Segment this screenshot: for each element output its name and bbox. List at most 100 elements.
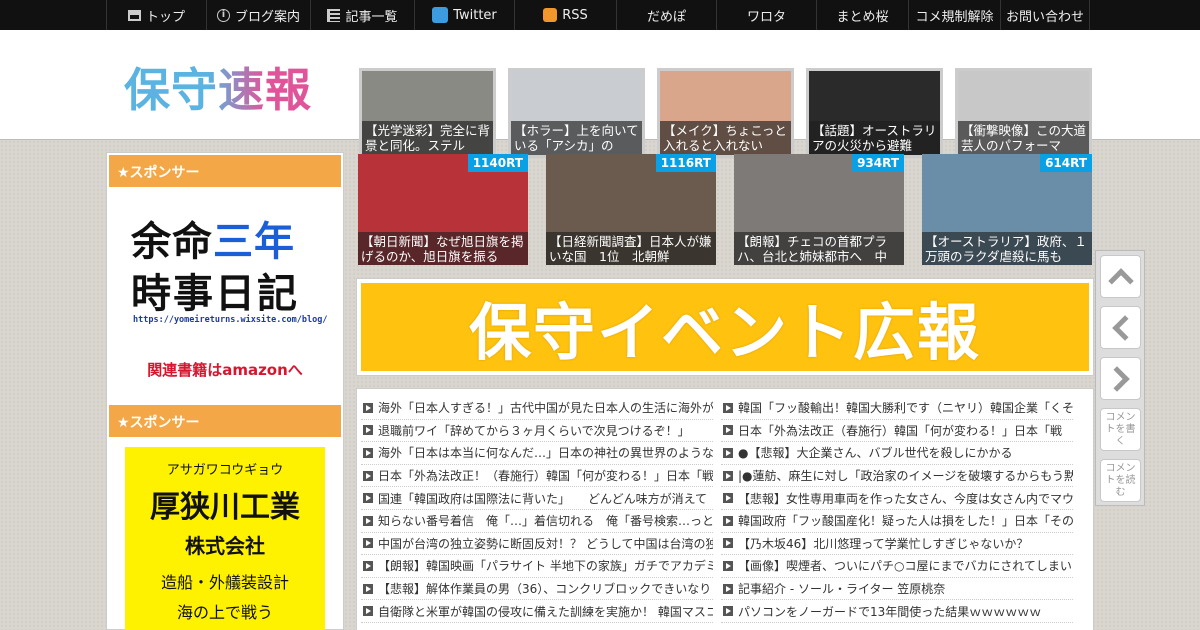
- article-link[interactable]: 記事紹介 - ソール・ライター 笠原桃奈: [721, 578, 1073, 601]
- sponsor-heading-2: ★スポンサー: [109, 405, 341, 437]
- nav-item-5[interactable]: だめぽ: [616, 0, 716, 30]
- chevron-left-icon: [1111, 314, 1138, 341]
- article-link-list: 海外「日本人すぎる！」古代中国が見た日本人の生活に海外が退職前ワイ「辞めてから３…: [356, 388, 1094, 630]
- article-link[interactable]: 韓国「フッ酸輸出！韓国大勝利です（ニヤリ）韓国企業「くそ: [721, 397, 1073, 420]
- featured-thumb[interactable]: 【衝撃映像】この大道芸人のパフォーマ: [955, 68, 1092, 158]
- rt-card-caption: 【オーストラリア】政府、１万頭のラクダ虐殺に馬も: [922, 232, 1092, 265]
- article-link[interactable]: 【悲報】女性専用車両を作った女さん、今度は女さん内でマウ: [721, 487, 1073, 510]
- info-icon: i: [216, 8, 230, 22]
- top-nav: トップ i ブログ案内 記事一覧 Twitter RSS だめぽ ワロタ まとめ桜 コメ規制解除お…: [0, 0, 1200, 30]
- nav-label: ワロタ: [746, 9, 786, 25]
- ad1-amazon-link[interactable]: 関連書籍はamazonへ: [107, 359, 343, 380]
- list-icon: [327, 8, 341, 22]
- arrow-right-icon: [723, 515, 733, 526]
- article-link[interactable]: 韓国政府「フッ酸国産化！疑った人は損をした！」日本「その: [721, 510, 1073, 533]
- featured-thumb-caption: 【光学迷彩】完全に背景と同化。ステル: [362, 121, 493, 155]
- site-header: 保守速報 【光学迷彩】完全に背景と同化。ステル 【ホラー】上を向いている「アシカ」…: [0, 30, 1200, 158]
- ad2-kana: アサガワコウギョウ: [166, 463, 284, 478]
- article-link-text: 【乃木坂46】北川悠理って学業忙しすぎじゃないか？: [738, 536, 1029, 551]
- rt-count-badge: 1140RT: [467, 154, 528, 172]
- ad1-title-blue: 三年: [213, 219, 295, 265]
- rt-card-caption: 【朗報】チェコの首都プラハ、台北と姉妹都市へ 中: [734, 232, 904, 265]
- rt-card[interactable]: 1140RT 【朝日新聞】なぜ旭日旗を掲げるのか、旭日旗を振る: [358, 154, 528, 265]
- rt-card-caption: 【朝日新聞】なぜ旭日旗を掲げるのか、旭日旗を振る: [358, 232, 528, 265]
- article-link[interactable]: |●蓮舫、麻生に対し「政治家のイメージを破壊するからもう黙: [721, 465, 1073, 488]
- article-link[interactable]: 【乃木坂46】北川悠理って学業忙しすぎじゃないか？: [721, 533, 1073, 556]
- ad1-title-black: 余命: [131, 219, 213, 265]
- next-button[interactable]: [1100, 357, 1141, 400]
- rss-icon: [543, 8, 558, 22]
- article-link[interactable]: 日本「外為法改正（春施行）韓国「何が変わる！」日本「戦: [721, 420, 1073, 443]
- featured-thumb[interactable]: 【ホラー】上を向いている「アシカ」の: [508, 68, 645, 158]
- featured-thumb[interactable]: 【話題】オーストラリアの火災から避難: [806, 68, 943, 158]
- article-link[interactable]: 海外「日本人すぎる！」古代中国が見た日本人の生活に海外が: [361, 397, 713, 420]
- rt-card[interactable]: 934RT 【朗報】チェコの首都プラハ、台北と姉妹都市へ 中: [734, 154, 904, 265]
- nav-item-8[interactable]: コメ規制解除: [908, 0, 1000, 30]
- link-column-right: 韓国「フッ酸輸出！韓国大勝利です（ニヤリ）韓国企業「くそ日本「外為法改正（春施行…: [721, 397, 1073, 630]
- ad2-name: 厚狭川工業: [150, 490, 300, 525]
- nav-item-9[interactable]: お問い合わせ: [1000, 0, 1090, 30]
- nav-item-1[interactable]: i ブログ案内: [206, 0, 310, 30]
- ad-yomei-sannen[interactable]: 余命三年 時事日記 https://yomeireturns.wixsite.c…: [107, 189, 343, 399]
- rt-card[interactable]: 1116RT 【日経新聞調査】日本人が嫌いな国 1位 北朝鮮: [546, 154, 716, 265]
- chevron-up-icon: [1107, 267, 1134, 294]
- article-link-text: |●蓮舫、麻生に対し「政治家のイメージを破壊するからもう黙: [738, 469, 1073, 484]
- article-link[interactable]: 海外「日本は本当に何なんだ…」日本の神社の異世界のような: [361, 442, 713, 465]
- featured-thumb-caption: 【話題】オーストラリアの火災から避難: [809, 121, 940, 155]
- article-link[interactable]: 【悲報】解体作業員の男（36）、コンクリブロックできいなり: [361, 578, 713, 601]
- featured-thumb[interactable]: 【光学迷彩】完全に背景と同化。ステル: [359, 68, 496, 158]
- nav-item-3[interactable]: Twitter: [414, 0, 514, 30]
- nav-label: だめぽ: [646, 9, 686, 25]
- arrow-right-icon: [363, 538, 373, 549]
- arrow-right-icon: [723, 447, 733, 458]
- link-column-left: 海外「日本人すぎる！」古代中国が見た日本人の生活に海外が退職前ワイ「辞めてから３…: [361, 397, 713, 630]
- comment-write-button[interactable]: コメントを書く: [1100, 408, 1141, 451]
- rt-count-badge: 1116RT: [655, 154, 716, 172]
- article-link-text: 記事紹介 - ソール・ライター 笠原桃奈: [738, 582, 946, 597]
- comment-read-button[interactable]: コメントを読む: [1100, 459, 1141, 502]
- ad-asagawa-kogyo[interactable]: アサガワコウギョウ 厚狭川工業 株式会社 造船・外艤装設計 海の上で戦う: [125, 447, 325, 630]
- event-banner[interactable]: 保守イベント広報: [356, 278, 1094, 376]
- article-link[interactable]: 自衛隊と米軍が韓国の侵攻に備えた訓練を実施か！ 韓国マスコ: [361, 600, 713, 623]
- scroll-top-button[interactable]: [1100, 255, 1141, 298]
- article-link-text: 【悲報】解体作業員の男（36）、コンクリブロックできいなり: [378, 582, 712, 597]
- article-link-text: 韓国「フッ酸輸出！韓国大勝利です（ニヤリ）韓国企業「くそ: [738, 401, 1073, 416]
- ad1-title-line2: 時事日記: [131, 271, 299, 317]
- featured-thumb-caption: 【ホラー】上を向いている「アシカ」の: [511, 121, 642, 155]
- nav-item-0[interactable]: トップ: [106, 0, 206, 30]
- article-link[interactable]: ●【悲報】大企業さん、バブル世代を殺しにかかる: [721, 442, 1073, 465]
- prev-button[interactable]: [1100, 306, 1141, 349]
- article-link-text: 海外「日本人すぎる！」古代中国が見た日本人の生活に海外が: [378, 401, 713, 416]
- article-link-text: 中国が台湾の独立姿勢に断固反対！？ どうして中国は台湾の独: [378, 536, 713, 551]
- article-link-text: 国連「韓国政府は国際法に背いた」 どんどん味方が消えて: [378, 491, 708, 506]
- article-link[interactable]: 日本「外為法改正！（春施行）韓国「何が変わる！」日本「戦: [361, 465, 713, 488]
- article-link[interactable]: 国連「韓国政府は国際法に背いた」 どんどん味方が消えて: [361, 487, 713, 510]
- article-link-text: 自衛隊と米軍が韓国の侵攻に備えた訓練を実施か！ 韓国マスコ: [378, 604, 713, 619]
- arrow-right-icon: [723, 583, 733, 594]
- article-link[interactable]: パソコンをノーガードで13年間使った結果ｗｗｗｗｗｗ: [721, 600, 1073, 623]
- nav-label: お問い合わせ: [1005, 9, 1084, 25]
- arrow-right-icon: [723, 606, 733, 617]
- article-link-text: 韓国政府「フッ酸国産化！疑った人は損をした！」日本「その: [738, 514, 1073, 529]
- rt-card[interactable]: 614RT 【オーストラリア】政府、１万頭のラクダ虐殺に馬も: [922, 154, 1092, 265]
- nav-item-6[interactable]: ワロタ: [716, 0, 816, 30]
- featured-thumb-caption: 【メイク】ちょこっと入れると入れない: [660, 121, 791, 155]
- article-link[interactable]: 退職前ワイ「辞めてから３ヶ月くらいで次見つけるぞ！」: [361, 420, 713, 443]
- nav-item-7[interactable]: まとめ桜: [816, 0, 908, 30]
- ad1-url: https://yomeireturns.wixsite.com/blog/: [133, 315, 328, 325]
- article-link[interactable]: 知らない番号着信 俺「…」着信切れる 俺「番号検索…っと: [361, 510, 713, 533]
- nav-label: まとめ桜: [836, 9, 889, 25]
- arrow-right-icon: [723, 560, 733, 571]
- article-link[interactable]: 【画像】喫煙者、ついにパチ○コ屋にまでバカにされてしまい: [721, 555, 1073, 578]
- rt-count-badge: 934RT: [852, 154, 904, 172]
- article-link[interactable]: 【朗報】韓国映画「パラサイト 半地下の家族」ガチでアカデミ: [361, 555, 713, 578]
- featured-thumb[interactable]: 【メイク】ちょこっと入れると入れない: [657, 68, 794, 158]
- nav-item-2[interactable]: 記事一覧: [310, 0, 414, 30]
- arrow-right-icon: [363, 493, 373, 504]
- article-link[interactable]: 中国が台湾の独立姿勢に断固反対！？ どうして中国は台湾の独: [361, 533, 713, 556]
- site-logo[interactable]: 保守速報: [124, 54, 312, 120]
- nav-label: RSS: [562, 7, 588, 23]
- article-link-text: 【悲報】女性専用車両を作った女さん、今度は女さん内でマウ: [738, 491, 1073, 506]
- arrow-right-icon: [723, 538, 733, 549]
- nav-item-4[interactable]: RSS: [514, 0, 616, 30]
